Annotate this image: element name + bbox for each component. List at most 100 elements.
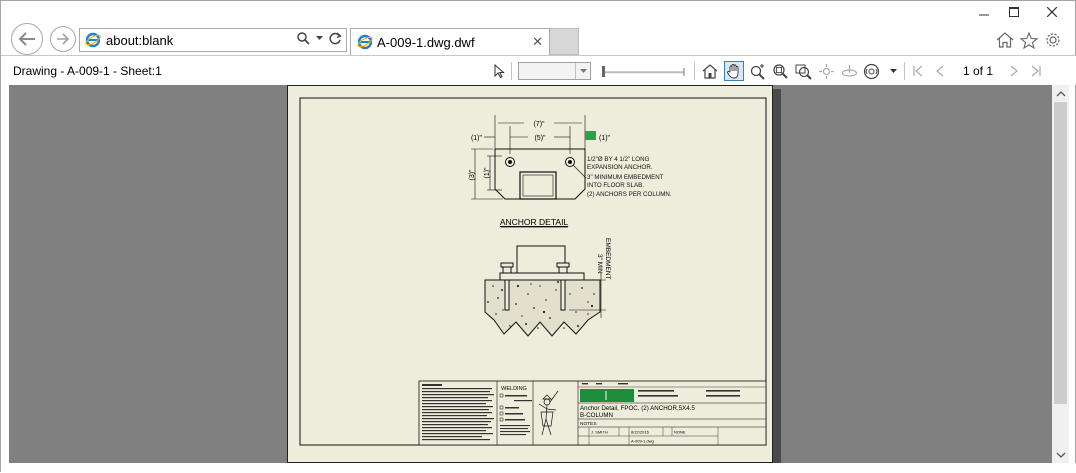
next-page-button[interactable] <box>1004 61 1024 81</box>
column-inner <box>522 174 554 197</box>
scroll-up-button[interactable] <box>1052 85 1069 102</box>
highlight-marker <box>585 131 596 140</box>
tab-active[interactable]: A-009-1.dwg.dwf ✕ <box>350 28 550 55</box>
zoom-slider[interactable] <box>601 64 686 78</box>
scroll-thumb[interactable] <box>1054 102 1067 404</box>
next-page-icon <box>1010 65 1018 77</box>
embedment-label-1: 3" MIN <box>596 254 603 274</box>
base-plate <box>494 148 586 200</box>
detail-title: ANCHOR DETAIL <box>500 217 569 227</box>
home-view-icon <box>702 63 718 79</box>
last-page-icon <box>1031 65 1041 77</box>
dim-v-inner: (1)" <box>484 167 491 179</box>
zoom-rectangle-tool[interactable] <box>770 61 790 81</box>
drawing-description-2: B-COLUMN <box>580 412 613 419</box>
drawing-file: A-009-1.dwg <box>631 439 654 444</box>
toolbar-separator <box>904 62 905 80</box>
fit-icon <box>795 64 812 80</box>
new-tab-button[interactable] <box>550 28 579 55</box>
orbit-icon <box>818 63 834 79</box>
favorites-button[interactable] <box>1018 30 1040 50</box>
arrow-left-icon <box>18 32 35 46</box>
note-line: INTO FLOOR SLAB. <box>587 182 644 189</box>
orbit-tool[interactable] <box>816 61 836 81</box>
close-button[interactable] <box>1031 1 1073 23</box>
turntable-icon <box>841 64 857 77</box>
dim-left: (1)" <box>471 135 483 142</box>
tools-menu-arrow[interactable] <box>883 61 903 81</box>
dim-right: (1)" <box>599 135 611 142</box>
column-section <box>519 171 557 200</box>
search-icon[interactable] <box>297 32 310 45</box>
dim-total: (7)" <box>533 121 545 128</box>
steering-wheel-tool[interactable] <box>861 61 881 81</box>
browser-window: about:blank A-009-1.dwg.dwf ✕ Drawing - … <box>0 0 1076 473</box>
drawing-viewport[interactable]: (7)" (5)" (1)" (1)" (3)" (1)" 1/2"Ø BY 4… <box>9 85 1052 463</box>
first-page-icon <box>913 65 923 77</box>
address-text[interactable]: about:blank <box>106 33 173 48</box>
drawn-by: J. SMITH <box>591 430 608 435</box>
toolbar-separator <box>694 62 695 80</box>
anchor-hole-left-center <box>508 160 512 164</box>
viewer-toolbar: Drawing - A-009-1 - Sheet:1 1 of 1 <box>1 56 1076 85</box>
note-line: (2) ANCHORS PER COLUMN. <box>587 191 672 198</box>
refresh-icon[interactable] <box>329 32 342 45</box>
scroll-down-button[interactable] <box>1052 446 1069 463</box>
welding-label: WELDING <box>501 386 527 392</box>
dim-v-outer: (3)" <box>469 169 476 181</box>
dim-mid: (5)" <box>534 135 546 142</box>
drawing-sheet: (7)" (5)" (1)" (1)" (3)" (1)" 1/2"Ø BY 4… <box>287 85 773 463</box>
minimize-button[interactable] <box>969 1 999 23</box>
drawing-date: 8/22/2016 <box>631 430 650 435</box>
note-line: 1/2"Ø BY 4 1/2" LONG <box>587 156 650 163</box>
zoom-combo[interactable] <box>518 62 591 80</box>
pan-tool[interactable] <box>724 61 744 81</box>
combo-arrow[interactable] <box>575 63 590 79</box>
company-logo <box>580 389 634 402</box>
dropdown-arrow-icon <box>889 69 897 73</box>
turntable-tool[interactable] <box>839 61 859 81</box>
column-elevation <box>516 245 566 274</box>
anchor-note: 1/2"Ø BY 4 1/2" LONG EXPANSION ANCHOR. 3… <box>587 156 672 198</box>
address-bar[interactable]: about:blank <box>79 28 347 52</box>
forward-button[interactable] <box>50 26 76 52</box>
page-indicator: 1 of 1 <box>963 64 994 78</box>
fit-window-tool[interactable] <box>793 61 813 81</box>
ie-logo-icon <box>357 34 373 50</box>
home-view-tool[interactable] <box>700 61 720 81</box>
star-icon <box>1020 31 1038 49</box>
title-block: WELDING Anchor Detail, FPOC, (2) ANCHOR,… <box>418 380 767 446</box>
anchor-hole-right-center <box>568 160 572 164</box>
plate-elevation <box>499 272 585 281</box>
prev-page-button[interactable] <box>930 61 950 81</box>
note-line: 3" MINIMUM EMBEDMENT <box>587 174 664 181</box>
first-page-button[interactable] <box>908 61 928 81</box>
zoom-tool[interactable] <box>747 61 767 81</box>
prev-page-icon <box>936 65 944 77</box>
dropdown-arrow-icon[interactable] <box>316 36 323 41</box>
home-icon <box>996 32 1014 48</box>
arrow-right-icon <box>57 33 70 45</box>
close-icon <box>1047 7 1057 17</box>
gear-icon <box>1046 33 1060 47</box>
home-button[interactable] <box>994 30 1016 50</box>
zoom-icon <box>750 63 765 80</box>
maximize-button[interactable] <box>999 1 1029 23</box>
ie-logo-icon <box>85 32 101 48</box>
back-button[interactable] <box>11 23 43 55</box>
pan-icon <box>727 64 739 79</box>
toolbar-separator <box>511 62 512 80</box>
zoom-rect-icon <box>772 63 788 79</box>
note-line: EXPANSION ANCHOR. <box>587 164 653 171</box>
chevron-down-icon <box>1056 452 1065 458</box>
tab-close-button[interactable]: ✕ <box>532 34 543 50</box>
last-page-button[interactable] <box>1026 61 1046 81</box>
select-icon <box>494 64 505 78</box>
select-tool[interactable] <box>489 61 509 81</box>
sheet-label: Drawing - A-009-1 - Sheet:1 <box>13 64 162 78</box>
vertical-scrollbar[interactable] <box>1052 85 1069 463</box>
drawing-canvas: (7)" (5)" (1)" (1)" (3)" (1)" 1/2"Ø BY 4… <box>299 97 767 446</box>
steering-icon <box>863 63 879 79</box>
notes-label: NOTES <box>580 421 597 427</box>
settings-button[interactable] <box>1042 30 1064 50</box>
